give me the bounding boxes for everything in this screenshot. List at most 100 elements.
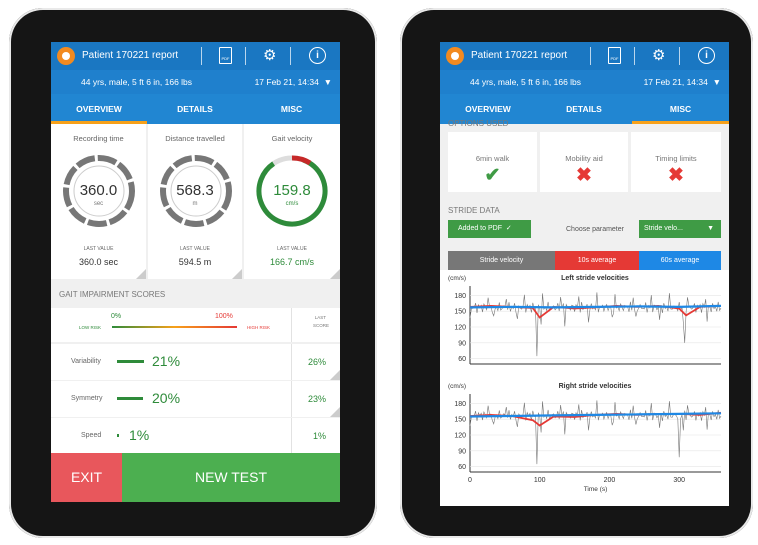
chevron-down-icon: ▼ [712, 77, 721, 87]
metric-card-distance[interactable]: Distance travelled 568.3 m LAST VALUE 59… [148, 124, 242, 279]
metric-title: Gait velocity [271, 134, 313, 143]
chart-title: Left stride velocities [561, 275, 629, 282]
x-tick-label: 200 [604, 477, 616, 484]
check-icon: ✓ [505, 225, 512, 232]
added-to-pdf-label: Added to PDF [458, 225, 502, 232]
last-value: 594.5 m [178, 257, 212, 267]
divider [634, 47, 635, 65]
divider [245, 47, 246, 65]
patient-bar: 44 yrs, male, 5 ft 6 in, 166 lbs 17 Feb … [51, 70, 340, 94]
added-to-pdf-button[interactable]: Added to PDF ✓ [448, 220, 531, 238]
metric-card-recording-time[interactable]: Recording time 360.0 sec LAST VALUE 360.… [51, 124, 146, 279]
metric-title: Recording time [73, 134, 124, 143]
option-timing-limits: Timing limits ✖ [631, 132, 721, 192]
scale-min-label: 0% [111, 313, 122, 320]
stride-velocity-line [469, 400, 722, 465]
score-value: 21% [152, 353, 181, 369]
misc-content: OPTIONS USED 6min walk ✔ Mobility aid ✖ … [440, 119, 729, 506]
score-row-speed[interactable]: Speed 1% 1% [51, 418, 340, 454]
x-axis-label: Time (s) [584, 486, 608, 493]
tab-misc[interactable]: MISC [632, 94, 729, 124]
last-value-label: LAST VALUE [277, 246, 307, 252]
option-6min-walk: 6min walk ✔ [448, 132, 537, 192]
tab-overview[interactable]: OVERVIEW [51, 94, 147, 124]
cross-icon: ✖ [668, 165, 684, 186]
last-value-label: LAST VALUE [83, 246, 114, 252]
stride-charts: (cm/s) Left stride velocities 180 150 120 90 6… [440, 270, 729, 506]
date-label: 17 Feb 21, 14:34 [254, 77, 319, 87]
patient-info: 44 yrs, male, 5 ft 6 in, 166 lbs [81, 77, 193, 87]
score-label: Speed [81, 432, 102, 439]
date-selector[interactable]: 17 Feb 21, 14:34 ▼ [644, 77, 721, 87]
gear-icon[interactable]: ⚙ [263, 47, 276, 65]
y-tick-label: 90 [458, 448, 466, 455]
tab-details[interactable]: DETAILS [536, 94, 632, 124]
tab-misc[interactable]: MISC [243, 94, 340, 124]
app-bar: Patient 170221 report PDF ⚙ i [440, 42, 729, 70]
legend-60s-average[interactable]: 60s average [639, 251, 721, 270]
x-tick-label: 0 [468, 477, 472, 484]
metric-value: 568.3 [176, 182, 214, 199]
stride-section-title: STRIDE DATA [448, 206, 500, 215]
last-score-header: SCORE [312, 323, 329, 328]
metric-value: 159.8 [273, 182, 311, 199]
metric-card-gait-velocity[interactable]: Gait velocity 159.8 cm/s LAST VALUE 166.… [244, 124, 340, 279]
pdf-icon[interactable]: PDF [219, 47, 232, 64]
score-value: 20% [152, 390, 181, 406]
report-title: Patient 170221 report [471, 50, 568, 61]
score-bar [117, 360, 145, 363]
info-icon[interactable]: i [698, 47, 715, 64]
check-icon: ✔ [484, 165, 501, 186]
score-value: 1% [129, 427, 150, 443]
chevron-down-icon: ▼ [707, 225, 714, 232]
divider [291, 308, 292, 342]
score-row-variability[interactable]: Variability 21% 26% [51, 344, 340, 380]
pdf-icon[interactable]: PDF [608, 47, 621, 64]
date-selector[interactable]: 17 Feb 21, 14:34 ▼ [255, 77, 332, 87]
misc-screen: Patient 170221 report PDF ⚙ i 44 yrs, ma… [440, 42, 729, 506]
low-risk-label: LOW RISK [79, 325, 102, 330]
option-label: Timing limits [655, 154, 697, 163]
score-bar [117, 434, 119, 437]
legend-10s-average[interactable]: 10s average [555, 251, 639, 270]
y-tick-label: 120 [454, 433, 466, 440]
last-value-label: LAST VALUE [180, 246, 210, 252]
gear-icon[interactable]: ⚙ [652, 47, 665, 65]
y-tick-label: 60 [458, 464, 466, 471]
risk-scale: 0% 100% LOW RISK HIGH RISK LAST SCORE [51, 308, 340, 342]
chart-ylabel: (cm/s) [448, 275, 466, 282]
avg-60s-line [469, 304, 722, 309]
date-label: 17 Feb 21, 14:34 [643, 77, 708, 87]
last-score-header: LAST [314, 315, 326, 320]
choose-parameter-label: Choose parameter [566, 226, 624, 233]
chart-ylabel: (cm/s) [448, 383, 466, 390]
legend-stride-velocity[interactable]: Stride velocity [448, 251, 555, 270]
cross-icon: ✖ [576, 165, 592, 186]
y-tick-label: 120 [454, 325, 466, 332]
option-label: 6min walk [475, 154, 510, 163]
parameter-select[interactable]: Stride velo... ▼ [639, 220, 721, 238]
y-tick-label: 90 [458, 340, 466, 347]
report-title: Patient 170221 report [82, 50, 179, 61]
last-score: 26% [307, 357, 326, 367]
score-row-symmetry[interactable]: Symmetry 20% 23% [51, 381, 340, 417]
score-bar [117, 397, 143, 400]
option-label: Mobility aid [565, 154, 603, 163]
divider [201, 47, 202, 65]
info-icon[interactable]: i [309, 47, 326, 64]
metric-title: Distance travelled [165, 134, 225, 143]
patient-info: 44 yrs, male, 5 ft 6 in, 166 lbs [470, 77, 582, 87]
tab-bar: OVERVIEW DETAILS MISC [51, 94, 340, 124]
parameter-select-value: Stride velo... [644, 225, 683, 232]
metric-unit: cm/s [285, 201, 299, 207]
stride-chart-svg: (cm/s) Left stride velocities 180 150 120 90 6… [448, 275, 722, 493]
x-tick-label: 100 [534, 477, 546, 484]
last-value: 360.0 sec [78, 257, 119, 267]
tab-details[interactable]: DETAILS [147, 94, 243, 124]
new-test-button[interactable]: NEW TEST [122, 453, 340, 502]
exit-button[interactable]: EXIT [51, 453, 122, 502]
scale-max-label: 100% [215, 313, 233, 320]
card-corner [232, 269, 242, 279]
overview-screen: Patient 170221 report PDF ⚙ i 44 yrs, ma… [51, 42, 340, 502]
last-score: 1% [312, 431, 326, 441]
